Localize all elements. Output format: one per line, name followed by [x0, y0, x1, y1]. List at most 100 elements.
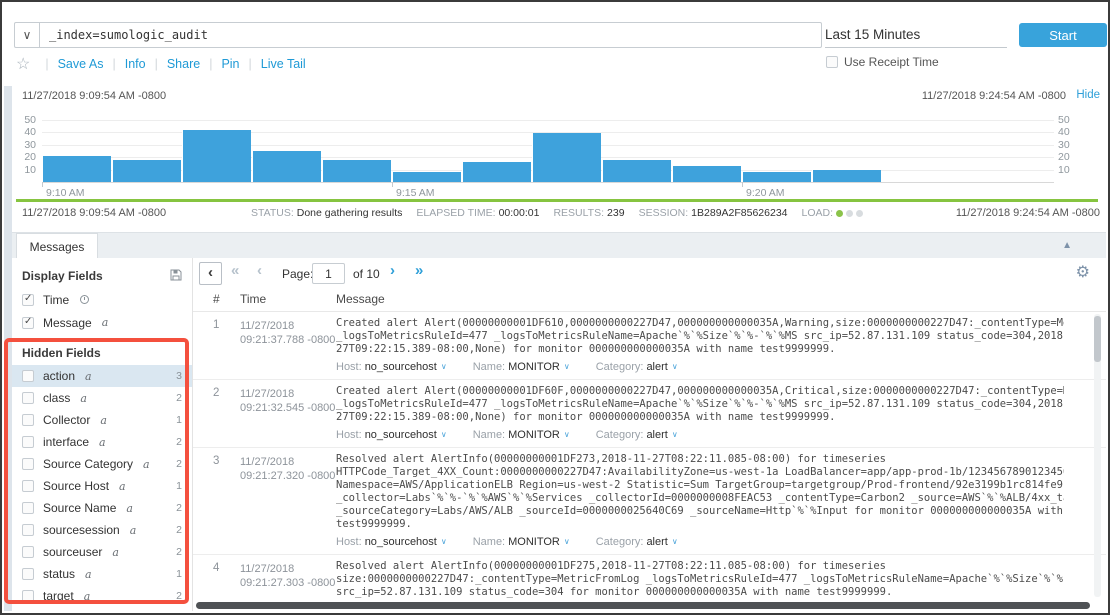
toolbar-link-info[interactable]: Info — [125, 57, 146, 71]
field-checkbox[interactable] — [22, 370, 34, 382]
field-checkbox[interactable] — [22, 546, 34, 558]
display-field-time[interactable]: Time — [12, 288, 192, 311]
meta-label: Category: — [596, 361, 644, 373]
hidden-field-class[interactable]: classa2 — [12, 387, 192, 409]
hidden-field-status[interactable]: statusa1 — [12, 563, 192, 585]
favorite-star-icon[interactable]: ☆ — [16, 54, 30, 74]
hidden-field-target[interactable]: targeta2 — [12, 585, 192, 607]
hidden-field-source-host[interactable]: Source Hosta1 — [12, 475, 192, 497]
row-message: Created alert Alert(00000000001DF60F,000… — [336, 385, 1064, 441]
category-dropdown[interactable]: Category:alert∨ — [596, 361, 678, 373]
field-checkbox[interactable] — [22, 568, 34, 580]
row-date: 11/27/2018 — [240, 319, 334, 333]
field-checkbox[interactable] — [22, 524, 34, 536]
host-dropdown[interactable]: Host:no_sourcehost∨ — [336, 361, 447, 373]
field-checkbox[interactable] — [22, 502, 34, 514]
last-page-button[interactable]: » — [415, 262, 421, 279]
name-dropdown[interactable]: Name:MONITOR∨ — [473, 429, 570, 441]
field-checkbox[interactable] — [22, 294, 34, 306]
field-checkbox[interactable] — [22, 590, 34, 602]
results-histogram: 101020203030404050509:10 AM9:15 AM9:20 A… — [2, 110, 1110, 198]
display-field-message[interactable]: Messagea — [12, 311, 192, 334]
hidden-field-action[interactable]: actiona3 — [12, 365, 192, 387]
category-dropdown[interactable]: Category:alert∨ — [596, 536, 678, 548]
row-time: 11/27/201809:21:27.320 -0800 — [240, 455, 334, 483]
time-range-selector[interactable]: Last 15 Minutes — [825, 24, 1007, 48]
status-item-label: SESSION: — [639, 207, 689, 219]
next-page-button[interactable]: › — [390, 262, 393, 279]
histogram-bar[interactable] — [112, 160, 181, 183]
hidden-field-source-category[interactable]: Source Categorya2 — [12, 453, 192, 475]
histogram-bar[interactable] — [532, 133, 601, 182]
hide-histogram-link[interactable]: Hide — [1076, 89, 1100, 101]
field-checkbox[interactable] — [22, 458, 34, 470]
message-line: 27T09:22:15.389-08:00,None) for monitor … — [336, 411, 1064, 424]
histogram-bars — [42, 110, 1054, 182]
use-receipt-time[interactable]: Use Receipt Time — [826, 55, 939, 69]
histogram-bar[interactable] — [392, 172, 461, 182]
histogram-bar[interactable] — [672, 166, 741, 182]
histogram-bar[interactable] — [742, 172, 811, 182]
field-checkbox[interactable] — [22, 436, 34, 448]
field-checkbox[interactable] — [22, 392, 34, 404]
name-dropdown[interactable]: Name:MONITOR∨ — [473, 361, 570, 373]
table-row: 211/27/201809:21:32.545 -0800Created ale… — [193, 380, 1106, 448]
table-row: 111/27/201809:21:37.788 -0800Created ale… — [193, 312, 1106, 380]
horizontal-scrollbar[interactable] — [196, 602, 1090, 609]
status-item: STATUS:Done gathering results — [251, 207, 402, 219]
prev-page-button[interactable]: ‹ — [257, 262, 260, 279]
field-label: Source Category — [43, 457, 133, 471]
field-label: sourceuser — [43, 545, 102, 559]
start-button[interactable]: Start — [1019, 23, 1107, 47]
field-checkbox[interactable] — [22, 480, 34, 492]
histogram-bar[interactable] — [322, 160, 391, 183]
query-history-dropdown[interactable]: ∨ — [14, 22, 40, 48]
hidden-field-interface[interactable]: interfacea2 — [12, 431, 192, 453]
message-line: HTTPCode_Target_4XX_Count:0000000000227D… — [336, 466, 1064, 479]
string-type-icon: a — [119, 480, 126, 493]
back-button[interactable]: ‹ — [199, 262, 222, 285]
histogram-bar[interactable] — [42, 156, 111, 182]
meta-value: alert — [646, 536, 667, 548]
toolbar-link-share[interactable]: Share — [167, 57, 200, 71]
hidden-field-source-name[interactable]: Source Namea2 — [12, 497, 192, 519]
host-dropdown[interactable]: Host:no_sourcehost∨ — [336, 429, 447, 441]
histogram-section: 11/27/2018 9:09:54 AM -0800 11/27/2018 9… — [2, 86, 1110, 198]
row-message: Resolved alert AlertInfo(00000000001DF27… — [336, 560, 1064, 601]
hidden-field-sourceuser[interactable]: sourceusera2 — [12, 541, 192, 563]
separator: | — [249, 57, 252, 71]
tab-messages[interactable]: Messages — [16, 233, 98, 259]
histogram-bar[interactable] — [252, 151, 321, 182]
string-type-icon: a — [80, 392, 87, 405]
gear-icon[interactable]: ⚙ — [1076, 263, 1090, 281]
hidden-field-sourcesession[interactable]: sourcesessiona2 — [12, 519, 192, 541]
histogram-bar[interactable] — [462, 162, 531, 182]
page-number-input[interactable] — [312, 263, 345, 284]
first-page-button[interactable]: « — [231, 262, 237, 279]
collapse-panel-icon[interactable]: ▲ — [1062, 240, 1072, 251]
field-checkbox[interactable] — [22, 317, 34, 329]
histogram-bar[interactable] — [182, 130, 251, 183]
row-time: 11/27/201809:21:37.788 -0800 — [240, 319, 334, 347]
hidden-field-collector[interactable]: Collectora1 — [12, 409, 192, 431]
host-dropdown[interactable]: Host:no_sourcehost∨ — [336, 536, 447, 548]
category-dropdown[interactable]: Category:alert∨ — [596, 429, 678, 441]
chevron-down-icon: ∨ — [441, 430, 447, 439]
use-receipt-time-checkbox[interactable] — [826, 56, 838, 68]
message-line: _logsToMetricsRuleId=477 _logsToMetricsR… — [336, 398, 1064, 411]
field-checkbox[interactable] — [22, 414, 34, 426]
meta-label: Name: — [473, 361, 505, 373]
name-dropdown[interactable]: Name:MONITOR∨ — [473, 536, 570, 548]
vertical-scrollbar[interactable] — [1094, 314, 1101, 597]
field-count: 2 — [176, 590, 182, 602]
status-bar: 11/27/2018 9:09:54 AM -0800 11/27/2018 9… — [2, 205, 1110, 223]
search-query-input[interactable] — [39, 22, 822, 48]
histogram-bar[interactable] — [812, 170, 881, 183]
page-label: Page: — [282, 267, 313, 281]
toolbar-link-pin[interactable]: Pin — [221, 57, 239, 71]
histogram-bar[interactable] — [602, 160, 671, 183]
save-fields-icon[interactable] — [170, 269, 182, 284]
toolbar-link-save-as[interactable]: Save As — [58, 57, 104, 71]
vertical-scrollbar-thumb[interactable] — [1094, 316, 1101, 362]
toolbar-link-live-tail[interactable]: Live Tail — [261, 57, 306, 71]
